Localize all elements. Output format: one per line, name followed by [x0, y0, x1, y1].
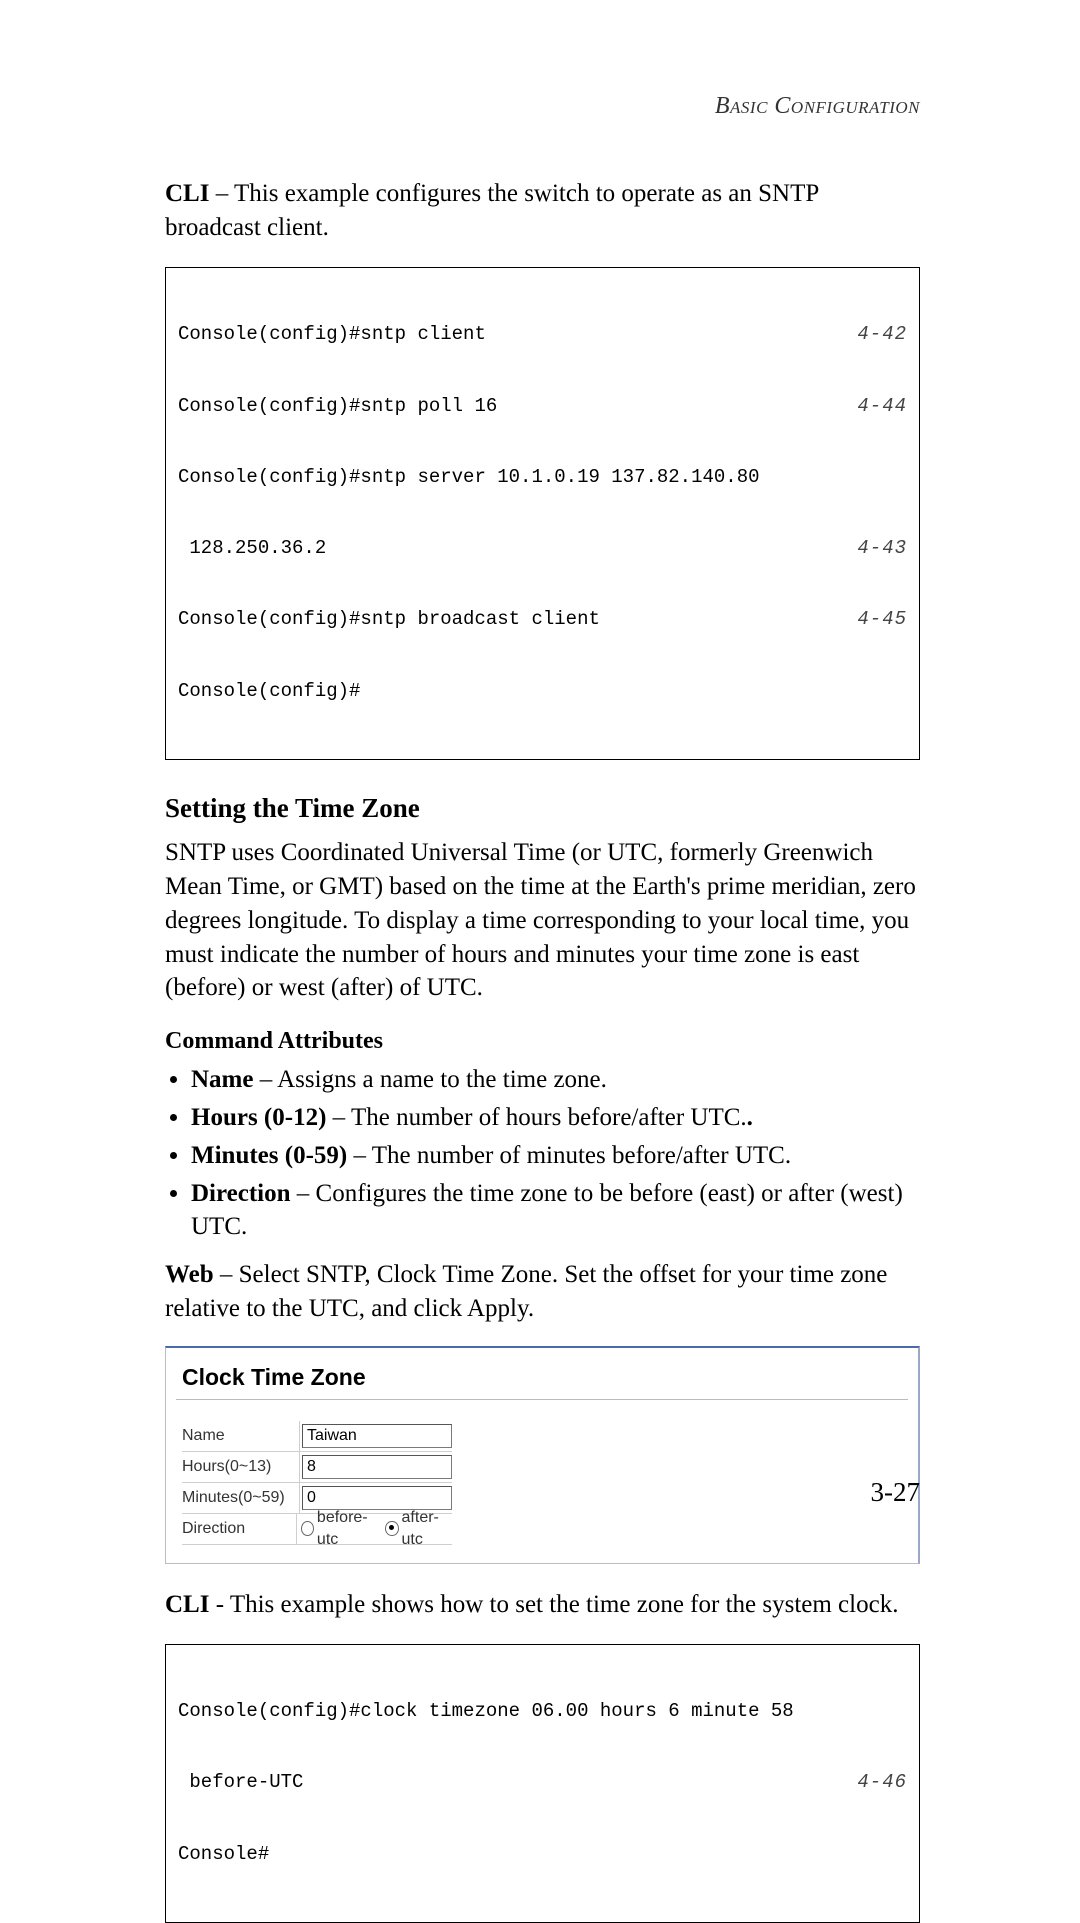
web-intro-text: – Select SNTP, Clock Time Zone. Set the … [165, 1261, 887, 1322]
name-field[interactable] [302, 1424, 452, 1448]
cli-listing-2: Console(config)#clock timezone 06.00 hou… [165, 1644, 920, 1923]
cli-intro-text: – This example configures the switch to … [165, 180, 818, 241]
cli2-intro-text: - This example shows how to set the time… [209, 1591, 898, 1618]
command-attributes-heading: Command Attributes [165, 1025, 920, 1057]
page-ref [895, 466, 907, 490]
page-ref [895, 1843, 907, 1867]
page-ref: 4-44 [845, 395, 907, 419]
web-ui-screenshot: Clock Time Zone Name Hours(0~13) Minutes… [165, 1346, 920, 1564]
web-intro: Web – Select SNTP, Clock Time Zone. Set … [165, 1258, 920, 1326]
field-label-name: Name [182, 1421, 300, 1451]
cli-cmd: Console# [178, 1843, 269, 1867]
hours-field[interactable] [302, 1455, 452, 1479]
cli-cmd: 128.250.36.2 [178, 537, 326, 561]
cli-cmd: Console(config)#clock timezone 06.00 hou… [178, 1700, 794, 1724]
panel-title: Clock Time Zone [182, 1362, 902, 1393]
section-body: SNTP uses Coordinated Universal Time (or… [165, 836, 920, 1005]
radio-label: after-utc [402, 1507, 452, 1550]
cli-cmd: Console(config)#sntp broadcast client [178, 608, 600, 632]
cli-cmd: Console(config)#sntp client [178, 323, 486, 347]
page-ref [895, 1700, 907, 1724]
minutes-field[interactable] [302, 1486, 452, 1510]
attribute-list: Name – Assigns a name to the time zone. … [191, 1063, 920, 1244]
web-label: Web [165, 1261, 214, 1288]
page-ref [895, 680, 907, 704]
page-ref: 4-43 [845, 537, 907, 561]
list-item: Name – Assigns a name to the time zone. [191, 1063, 920, 1097]
cli-intro: CLI – This example configures the switch… [165, 177, 920, 245]
separator [176, 1399, 908, 1401]
radio-before-utc[interactable] [301, 1521, 314, 1536]
page-ref: 4-42 [845, 323, 907, 347]
cli-cmd: before-UTC [178, 1771, 303, 1795]
page-number: 3-27 [871, 1474, 921, 1510]
page-ref: 4-46 [845, 1771, 907, 1795]
field-label-minutes: Minutes(0~59) [182, 1483, 300, 1513]
page-ref: 4-45 [845, 608, 907, 632]
cli-cmd: Console(config)#sntp poll 16 [178, 395, 497, 419]
cli-cmd: Console(config)#sntp server 10.1.0.19 13… [178, 466, 760, 490]
list-item: Hours (0-12) – The number of hours befor… [191, 1101, 920, 1135]
list-item: Minutes (0-59) – The number of minutes b… [191, 1139, 920, 1173]
radio-after-utc[interactable] [385, 1521, 398, 1536]
cli-label: CLI [165, 1591, 209, 1618]
cli-listing-1: Console(config)#sntp client 4-42 Console(… [165, 267, 920, 760]
cli-cmd: Console(config)# [178, 680, 360, 704]
field-label-direction: Direction [182, 1514, 297, 1544]
section-heading: Setting the Time Zone [165, 790, 920, 826]
running-head: Basic Configuration [165, 90, 920, 122]
radio-label: before-utc [317, 1507, 379, 1550]
cli-label: CLI [165, 180, 209, 207]
cli2-intro: CLI - This example shows how to set the … [165, 1588, 920, 1622]
field-label-hours: Hours(0~13) [182, 1452, 300, 1482]
list-item: Direction – Configures the time zone to … [191, 1177, 920, 1245]
